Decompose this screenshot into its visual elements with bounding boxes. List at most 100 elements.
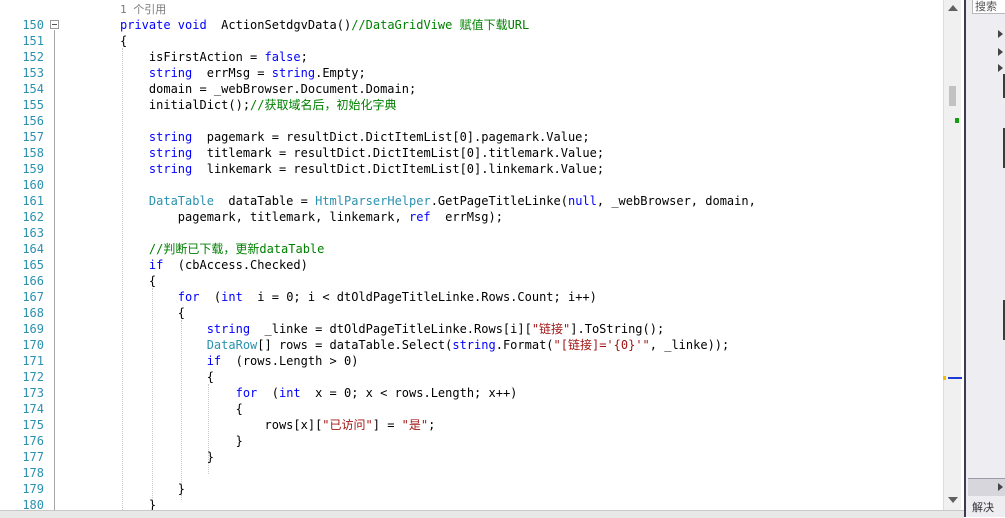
scrollbar-thumb[interactable] bbox=[949, 86, 956, 106]
code-token: (cbAccess.Checked) bbox=[163, 258, 308, 272]
code-token: ] = bbox=[372, 418, 402, 432]
line-number: 178 bbox=[22, 466, 44, 480]
code-token: ( bbox=[199, 290, 222, 304]
collapse-toggle-icon[interactable] bbox=[50, 20, 59, 29]
panel-tab-label[interactable]: 解决 bbox=[972, 499, 994, 515]
code-line[interactable]: string _linke = dtOldPageTitleLinke.Rows… bbox=[120, 321, 665, 337]
scroll-right-arrow-icon[interactable] bbox=[998, 483, 1003, 491]
code-token: .GetPageTitleLinke( bbox=[430, 194, 568, 208]
code-line[interactable]: } bbox=[120, 433, 243, 449]
vertical-scrollbar[interactable] bbox=[943, 0, 961, 510]
code-token: , _linke)); bbox=[649, 338, 730, 352]
line-number: 157 bbox=[22, 130, 44, 144]
search-box[interactable]: 搜索 bbox=[972, 0, 1005, 14]
code-line[interactable]: { bbox=[120, 401, 243, 417]
keyword-token: false bbox=[264, 50, 301, 64]
code-line[interactable]: string linkemark = resultDict.DictItemLi… bbox=[120, 161, 604, 177]
code-line[interactable]: { bbox=[120, 369, 214, 385]
solution-explorer-panel: 搜索 解决 bbox=[964, 0, 1005, 517]
scroll-up-arrow-icon[interactable] bbox=[948, 5, 958, 11]
keyword-token: null bbox=[567, 194, 597, 208]
code-line[interactable]: domain = _webBrowser.Document.Domain; bbox=[120, 81, 416, 97]
string-token: "链接" bbox=[531, 322, 571, 336]
line-number: 170 bbox=[22, 338, 44, 352]
string-token: "已访问" bbox=[322, 418, 373, 432]
line-number: 172 bbox=[22, 370, 44, 384]
scroll-down-arrow-icon[interactable] bbox=[948, 497, 958, 503]
comment-token: //获取域名后，初始化字典 bbox=[250, 98, 397, 112]
code-editor[interactable]: 150 151 152 153 154 155 156 157 158 159 160 161 162 1… bbox=[0, 0, 946, 510]
line-number: 151 bbox=[22, 34, 44, 48]
code-line[interactable]: } bbox=[120, 481, 185, 497]
type-token: DataRow bbox=[206, 338, 258, 352]
code-token: pagemark, titlemark, linkemark, bbox=[120, 210, 409, 224]
code-line[interactable]: } bbox=[120, 449, 214, 465]
line-number: 166 bbox=[22, 274, 44, 288]
code-token: { bbox=[120, 306, 186, 320]
code-line[interactable]: if (rows.Length > 0) bbox=[120, 353, 359, 369]
keyword-token: if bbox=[148, 258, 164, 272]
panel-horizontal-scrollbar[interactable] bbox=[968, 478, 1005, 496]
code-token: , _webBrowser, domain, bbox=[596, 194, 756, 208]
code-token: ActionSetdgvData() bbox=[206, 18, 352, 32]
code-token: errMsg = bbox=[192, 66, 272, 80]
keyword-token: private bbox=[120, 18, 178, 32]
code-line[interactable]: for (int i = 0; i < dtOldPageTitleLinke.… bbox=[120, 289, 597, 305]
outline-line bbox=[54, 30, 55, 510]
codelens-references[interactable]: 1 个引用 bbox=[120, 2, 166, 18]
code-line[interactable]: for (int x = 0; x < rows.Length; x++) bbox=[120, 385, 518, 401]
code-token: } bbox=[120, 450, 214, 464]
code-token: errMsg); bbox=[430, 210, 503, 224]
line-number: 174 bbox=[22, 402, 44, 416]
code-line[interactable]: DataRow[] rows = dataTable.Select(string… bbox=[120, 337, 730, 353]
code-line[interactable]: //判断已下载，更新dataTable bbox=[120, 241, 324, 257]
type-token: HtmlParserHelper bbox=[315, 194, 431, 208]
expand-arrow-icon[interactable] bbox=[998, 30, 1003, 38]
code-token: } bbox=[120, 434, 243, 448]
code-area[interactable]: 1 个引用 private void ActionSetdgvData()//D… bbox=[66, 0, 944, 510]
code-token: [] rows = dataTable.Select( bbox=[257, 338, 453, 352]
code-line[interactable]: } bbox=[120, 497, 156, 510]
code-line[interactable]: rows[x]["已访问"] = "是"; bbox=[120, 417, 435, 433]
keyword-token: string bbox=[452, 338, 496, 352]
line-number: 160 bbox=[22, 178, 44, 192]
code-line[interactable]: private void ActionSetdgvData()//DataGri… bbox=[120, 17, 529, 33]
code-line[interactable]: string pagemark = resultDict.DictItemLis… bbox=[120, 129, 590, 145]
code-line[interactable]: pagemark, titlemark, linkemark, ref errM… bbox=[120, 209, 503, 225]
expand-arrow-icon[interactable] bbox=[998, 48, 1003, 56]
code-line[interactable]: { bbox=[120, 305, 185, 321]
line-number: 179 bbox=[22, 482, 44, 496]
code-line[interactable]: DataTable dataTable = HtmlParserHelper.G… bbox=[120, 193, 756, 209]
line-number: 159 bbox=[22, 162, 44, 176]
code-line[interactable]: { bbox=[120, 33, 127, 49]
keyword-token: for bbox=[177, 290, 200, 304]
line-number: 173 bbox=[22, 386, 44, 400]
code-token: _linke = dtOldPageTitleLinke.Rows[i][ bbox=[250, 322, 532, 336]
line-number: 169 bbox=[22, 322, 44, 336]
code-line[interactable]: { bbox=[120, 273, 156, 289]
code-line[interactable]: isFirstAction = false; bbox=[120, 49, 308, 65]
code-line[interactable]: string errMsg = string.Empty; bbox=[120, 65, 366, 81]
caret-position-marker bbox=[948, 377, 962, 379]
keyword-token: string bbox=[148, 162, 193, 176]
code-line[interactable]: if (cbAccess.Checked) bbox=[120, 257, 308, 273]
keyword-token: string bbox=[148, 66, 193, 80]
line-number: 158 bbox=[22, 146, 44, 160]
code-token: { bbox=[120, 274, 157, 288]
line-number: 153 bbox=[22, 66, 44, 80]
code-line[interactable]: string titlemark = resultDict.DictItemLi… bbox=[120, 145, 604, 161]
line-number: 176 bbox=[22, 434, 44, 448]
caret-marker bbox=[943, 376, 946, 380]
line-number: 162 bbox=[22, 210, 44, 224]
expand-arrow-icon[interactable] bbox=[998, 64, 1003, 72]
code-line[interactable]: initialDict();//获取域名后，初始化字典 bbox=[120, 97, 397, 113]
code-token: .Format( bbox=[495, 338, 554, 352]
keyword-token: for bbox=[235, 386, 258, 400]
line-number: 180 bbox=[22, 498, 44, 510]
